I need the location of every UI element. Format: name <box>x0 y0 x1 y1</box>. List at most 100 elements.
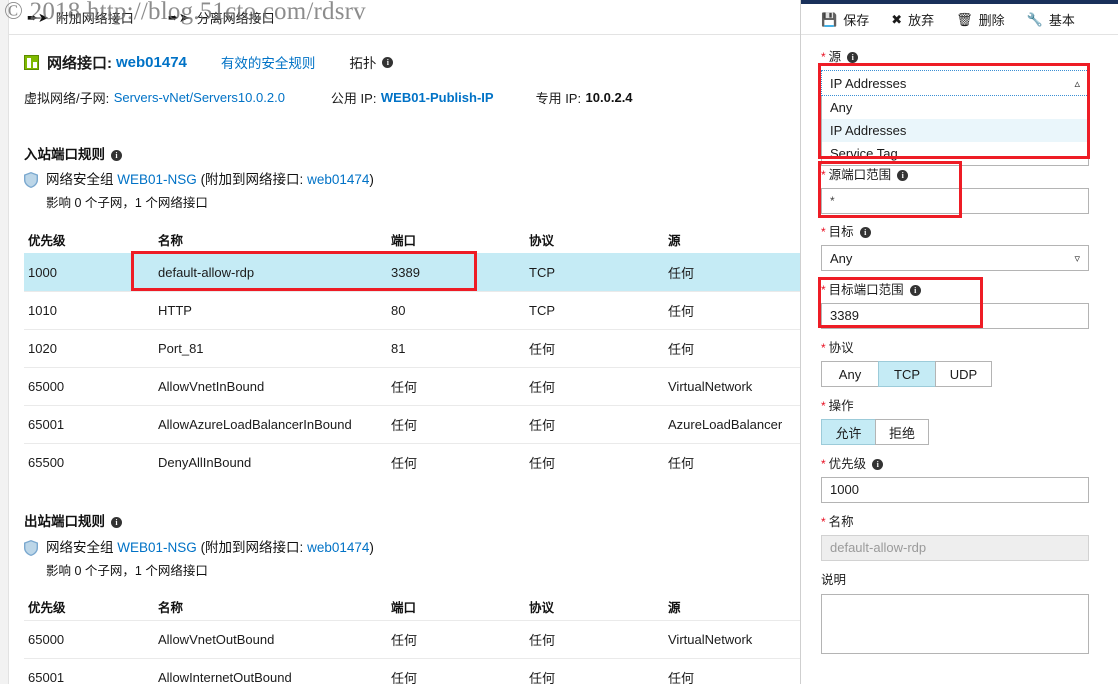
delete-button[interactable]: 🗑 删除 <box>956 10 1005 29</box>
trash-icon: 🗑 <box>956 11 973 27</box>
inbound-info-icon[interactable]: i <box>111 150 122 161</box>
nic-sub-row: 虚拟网络/子网: Servers-vNet/Servers10.0.2.0 公用… <box>24 88 784 106</box>
attach-network-interface-button[interactable]: ➨➤ 附加网络接口 <box>27 8 134 27</box>
destination-label-text: 目标 <box>828 225 854 239</box>
inbound-nsg-nic-link[interactable]: web01474 <box>307 172 369 187</box>
save-button[interactable]: 💾 保存 <box>821 10 869 29</box>
cell-source: AzureLoadBalancer <box>668 417 783 432</box>
table-row[interactable]: 1000 default-allow-rdp 3389 TCP 任何 <box>24 253 800 291</box>
inbound-table-header: 优先级 名称 端口 协议 源 <box>24 225 800 253</box>
vnet-subnet-label: 虚拟网络/子网: <box>24 90 110 106</box>
outbound-nsg-name-link[interactable]: WEB01-NSG <box>117 540 197 555</box>
action-option-allow[interactable]: 允许 <box>821 419 875 445</box>
column-header-protocol[interactable]: 协议 <box>529 230 668 249</box>
nic-name-link[interactable]: web01474 <box>116 54 187 71</box>
priority-input[interactable]: 1000 <box>821 477 1089 503</box>
effective-security-rules-link[interactable]: 有效的安全规则 <box>221 52 316 72</box>
source-option-any[interactable]: Any <box>822 96 1088 119</box>
table-row[interactable]: 1020 Port_81 81 任何 任何 <box>24 329 800 367</box>
discard-label: 放弃 <box>908 12 935 28</box>
protocol-option-udp[interactable]: UDP <box>935 361 992 387</box>
source-port-range-info-icon[interactable]: i <box>897 170 909 181</box>
column-header-priority[interactable]: 优先级 <box>24 230 158 249</box>
inbound-nsg-name-link[interactable]: WEB01-NSG <box>117 172 197 187</box>
protocol-option-tcp[interactable]: TCP <box>878 361 935 387</box>
cell-protocol: TCP <box>529 265 555 280</box>
wrench-icon: 🔧 <box>1026 11 1043 27</box>
table-row[interactable]: 65000 AllowVnetOutBound 任何 任何 VirtualNetwork <box>24 620 800 658</box>
priority-field-group: * 优先级 i 1000 <box>821 453 1089 503</box>
source-label: * 源 i <box>821 46 1089 65</box>
cell-source: 任何 <box>668 456 695 471</box>
source-option-service-tag[interactable]: Service Tag <box>822 142 1088 165</box>
required-marker: * <box>821 283 826 297</box>
source-port-range-input[interactable]: * <box>821 188 1089 214</box>
detach-network-interface-button[interactable]: ➨➤ 分离网络接口 <box>168 8 275 27</box>
column-header-source[interactable]: 源 <box>668 230 800 249</box>
table-row[interactable]: 65001 AllowAzureLoadBalancerInBound 任何 任何 Az… <box>24 405 800 443</box>
table-row[interactable]: 65001 AllowInternetOutBound 任何 任何 任何 <box>24 658 800 684</box>
nic-title-row: 网络接口: web01474 有效的安全规则 拓扑 i <box>24 50 784 74</box>
discard-button[interactable]: ✖ 放弃 <box>891 10 934 29</box>
inbound-table-body: 1000 default-allow-rdp 3389 TCP 任何 1010 HTTP 80… <box>24 253 800 481</box>
table-row[interactable]: 65000 AllowVnetInBound 任何 任何 VirtualNetwork <box>24 367 800 405</box>
action-option-deny[interactable]: 拒绝 <box>875 419 929 445</box>
source-info-icon[interactable]: i <box>847 52 859 63</box>
nic-label: 网络接口: <box>47 54 112 72</box>
basic-button[interactable]: 🔧 基本 <box>1027 10 1075 29</box>
protocol-label-text: 协议 <box>828 341 854 355</box>
attach-network-interface-label: 附加网络接口 <box>55 10 134 26</box>
source-dropdown-value: IP Addresses <box>830 75 907 91</box>
source-option-ip-addresses[interactable]: IP Addresses <box>822 119 1088 142</box>
cell-priority: 65001 <box>28 670 65 684</box>
cell-name: HTTP <box>158 303 192 318</box>
vnet-subnet-link[interactable]: Servers-vNet/Servers10.0.2.0 <box>114 90 285 105</box>
column-header-name[interactable]: 名称 <box>158 230 391 249</box>
column-header-name[interactable]: 名称 <box>158 597 391 616</box>
required-marker: * <box>821 341 826 355</box>
table-row[interactable]: 1010 HTTP 80 TCP 任何 <box>24 291 800 329</box>
column-header-source[interactable]: 源 <box>668 597 800 616</box>
cell-protocol: 任何 <box>529 380 556 395</box>
inbound-nsg-prefix: 网络安全组 <box>46 172 114 187</box>
inbound-nsg-mid: (附加到网络接口: <box>200 172 304 187</box>
cell-port: 81 <box>391 341 406 356</box>
source-field-group: * 源 i IP Addresses ▵ Any IP Addresses Serv… <box>821 46 1089 166</box>
topology-info-icon[interactable]: i <box>382 56 394 68</box>
cell-name: default-allow-rdp <box>158 265 255 280</box>
cell-name: AllowVnetOutBound <box>158 632 275 647</box>
outbound-nsg-nic-link[interactable]: web01474 <box>307 540 369 555</box>
protocol-label: * 协议 <box>821 337 1089 356</box>
cell-name: DenyAllInBound <box>158 455 252 470</box>
description-textarea[interactable] <box>821 594 1089 654</box>
protocol-option-any[interactable]: Any <box>821 361 878 387</box>
column-header-port[interactable]: 端口 <box>391 597 529 616</box>
table-row[interactable]: 65500 DenyAllInBound 任何 任何 任何 <box>24 443 800 481</box>
network-interface-icon <box>24 54 39 70</box>
destination-port-range-info-icon[interactable]: i <box>909 285 921 296</box>
destination-port-range-input[interactable]: 3389 <box>821 303 1089 329</box>
cell-priority: 65500 <box>28 455 65 470</box>
destination-port-range-field-group: * 目标端口范围 i 3389 <box>821 279 1089 329</box>
cell-protocol: 任何 <box>529 671 556 684</box>
destination-info-icon[interactable]: i <box>859 227 871 238</box>
action-toggle-group: 允许 拒绝 <box>821 419 1089 445</box>
column-header-port[interactable]: 端口 <box>391 230 529 249</box>
column-header-priority[interactable]: 优先级 <box>24 597 158 616</box>
delete-label: 删除 <box>978 12 1005 28</box>
source-dropdown[interactable]: IP Addresses ▵ <box>821 70 1089 96</box>
topology-label[interactable]: 拓扑 <box>349 52 376 72</box>
priority-info-icon[interactable]: i <box>872 459 884 470</box>
panel-command-bar: 💾 保存 ✖ 放弃 🗑 删除 🔧 基本 <box>801 4 1118 35</box>
cell-source: 任何 <box>668 342 695 357</box>
public-ip-link[interactable]: WEB01-Publish-IP <box>381 90 494 105</box>
name-field-group: * 名称 default-allow-rdp <box>821 511 1089 561</box>
save-icon: 💾 <box>821 11 838 27</box>
destination-dropdown[interactable]: Any ▿ <box>821 245 1089 271</box>
name-input: default-allow-rdp <box>821 535 1089 561</box>
outbound-info-icon[interactable]: i <box>111 517 122 528</box>
cell-source: 任何 <box>668 671 695 684</box>
column-header-protocol[interactable]: 协议 <box>529 597 668 616</box>
app-root: ➨➤ 附加网络接口 ➨➤ 分离网络接口 网络接口: web01474 有效的安全… <box>0 0 1118 684</box>
protocol-field-group: * 协议 Any TCP UDP <box>821 337 1089 387</box>
